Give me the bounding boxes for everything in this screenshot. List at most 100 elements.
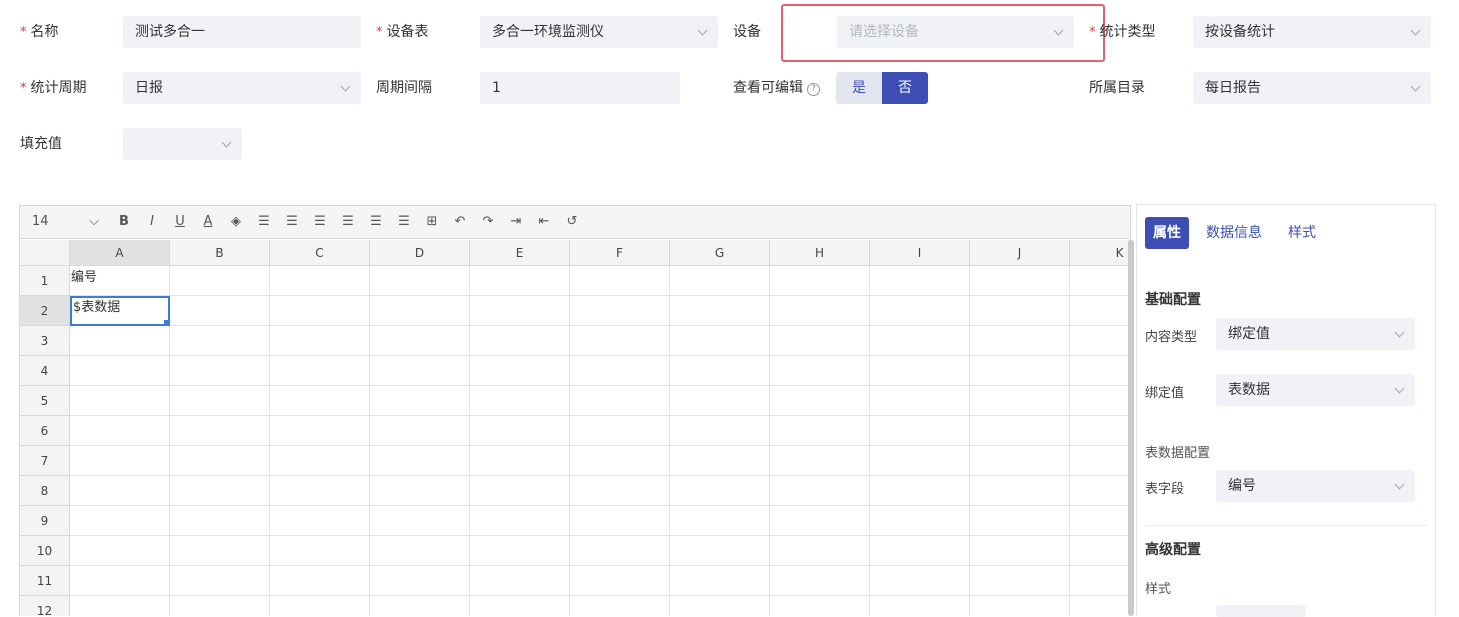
cell-c8[interactable]: [270, 476, 370, 506]
align-center-icon[interactable]: ☰: [284, 213, 300, 231]
cell-c2[interactable]: [270, 296, 370, 326]
cell-d5[interactable]: [370, 386, 470, 416]
cell-g12[interactable]: [670, 596, 770, 616]
cell-i9[interactable]: [870, 506, 970, 536]
font-size-select[interactable]: 14: [32, 213, 62, 231]
cell-f12[interactable]: [570, 596, 670, 616]
cell-a10[interactable]: [70, 536, 170, 566]
cell-c3[interactable]: [270, 326, 370, 356]
cell-f9[interactable]: [570, 506, 670, 536]
cell-k7[interactable]: [1070, 446, 1130, 476]
cell-e9[interactable]: [470, 506, 570, 536]
cell-f11[interactable]: [570, 566, 670, 596]
device-table-select[interactable]: 多合一环境监测仪: [480, 16, 718, 48]
period-select[interactable]: 日报: [123, 72, 361, 104]
cell-e12[interactable]: [470, 596, 570, 616]
cell-f10[interactable]: [570, 536, 670, 566]
editable-toggle[interactable]: 是 否: [836, 72, 928, 104]
content-type-select[interactable]: 绑定值: [1216, 318, 1415, 350]
cell-c4[interactable]: [270, 356, 370, 386]
cell-c12[interactable]: [270, 596, 370, 616]
cell-j12[interactable]: [970, 596, 1070, 616]
cell-e7[interactable]: [470, 446, 570, 476]
column-header-c[interactable]: C: [270, 240, 370, 266]
cell-i3[interactable]: [870, 326, 970, 356]
cell-a5[interactable]: [70, 386, 170, 416]
cell-f3[interactable]: [570, 326, 670, 356]
cell-e2[interactable]: [470, 296, 570, 326]
column-header-d[interactable]: D: [370, 240, 470, 266]
cell-k9[interactable]: [1070, 506, 1130, 536]
cell-k11[interactable]: [1070, 566, 1130, 596]
cell-d9[interactable]: [370, 506, 470, 536]
row-header-12[interactable]: 12: [20, 596, 70, 616]
cell-b10[interactable]: [170, 536, 270, 566]
cell-b3[interactable]: [170, 326, 270, 356]
cell-j1[interactable]: [970, 266, 1070, 296]
row-header-5[interactable]: 5: [20, 386, 70, 416]
help-icon[interactable]: ?: [807, 83, 820, 96]
column-header-b[interactable]: B: [170, 240, 270, 266]
cell-f2[interactable]: [570, 296, 670, 326]
cell-i1[interactable]: [870, 266, 970, 296]
corner-header[interactable]: [20, 240, 70, 266]
cell-c10[interactable]: [270, 536, 370, 566]
cell-i6[interactable]: [870, 416, 970, 446]
column-header-e[interactable]: E: [470, 240, 570, 266]
cell-i8[interactable]: [870, 476, 970, 506]
column-header-k[interactable]: K: [1070, 240, 1130, 266]
cell-c1[interactable]: [270, 266, 370, 296]
column-header-a[interactable]: A: [70, 240, 170, 266]
cell-d1[interactable]: [370, 266, 470, 296]
cell-g6[interactable]: [670, 416, 770, 446]
italic-icon[interactable]: I: [144, 213, 160, 231]
cell-g4[interactable]: [670, 356, 770, 386]
cell-i7[interactable]: [870, 446, 970, 476]
cell-e4[interactable]: [470, 356, 570, 386]
cell-g11[interactable]: [670, 566, 770, 596]
row-header-6[interactable]: 6: [20, 416, 70, 446]
column-header-f[interactable]: F: [570, 240, 670, 266]
cell-j2[interactable]: [970, 296, 1070, 326]
cell-d11[interactable]: [370, 566, 470, 596]
vertical-scrollbar[interactable]: [1128, 240, 1134, 616]
valign-top-icon[interactable]: ☰: [340, 213, 356, 231]
cell-k1[interactable]: [1070, 266, 1130, 296]
cell-j3[interactable]: [970, 326, 1070, 356]
cell-b9[interactable]: [170, 506, 270, 536]
cell-e5[interactable]: [470, 386, 570, 416]
row-header-2[interactable]: 2: [20, 296, 70, 326]
cell-d4[interactable]: [370, 356, 470, 386]
column-header-g[interactable]: G: [670, 240, 770, 266]
cell-c11[interactable]: [270, 566, 370, 596]
cell-k8[interactable]: [1070, 476, 1130, 506]
reset-icon[interactable]: ↺: [564, 213, 580, 231]
stat-type-select[interactable]: 按设备统计: [1193, 16, 1431, 48]
tab-properties[interactable]: 属性: [1145, 217, 1189, 249]
cell-j9[interactable]: [970, 506, 1070, 536]
cell-b6[interactable]: [170, 416, 270, 446]
cell-g5[interactable]: [670, 386, 770, 416]
cell-e1[interactable]: [470, 266, 570, 296]
cell-e8[interactable]: [470, 476, 570, 506]
fill-select[interactable]: [123, 128, 242, 160]
cell-e11[interactable]: [470, 566, 570, 596]
cell-e6[interactable]: [470, 416, 570, 446]
cell-b1[interactable]: [170, 266, 270, 296]
cell-k12[interactable]: [1070, 596, 1130, 616]
cell-h8[interactable]: [770, 476, 870, 506]
row-header-1[interactable]: 1: [20, 266, 70, 296]
cell-c6[interactable]: [270, 416, 370, 446]
row-header-9[interactable]: 9: [20, 506, 70, 536]
bind-value-select[interactable]: 表数据: [1216, 374, 1415, 406]
cell-i2[interactable]: [870, 296, 970, 326]
cell-g7[interactable]: [670, 446, 770, 476]
editable-yes-option[interactable]: 是: [836, 72, 882, 104]
cell-f6[interactable]: [570, 416, 670, 446]
cell-h9[interactable]: [770, 506, 870, 536]
cell-b5[interactable]: [170, 386, 270, 416]
tab-data-info[interactable]: 数据信息: [1198, 217, 1270, 249]
editable-no-option[interactable]: 否: [882, 72, 928, 104]
cell-a2[interactable]: $表数据: [70, 296, 170, 326]
row-header-11[interactable]: 11: [20, 566, 70, 596]
